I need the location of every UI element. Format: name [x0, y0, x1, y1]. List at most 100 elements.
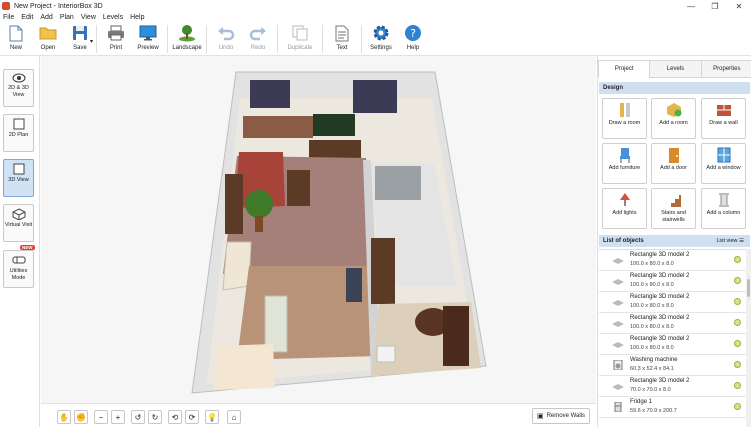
visibility-eye-icon[interactable]: [734, 298, 741, 305]
draw-wall-button[interactable]: Draw a wall: [701, 98, 746, 139]
menu-view[interactable]: View: [81, 14, 96, 21]
tab-project[interactable]: Project: [598, 60, 651, 78]
close-button[interactable]: ✕: [727, 0, 751, 12]
tv-cabinet: [309, 140, 361, 158]
tree-icon: [177, 24, 197, 42]
undo-arrow-icon: [216, 24, 236, 42]
page-icon: [13, 118, 24, 130]
redo-button[interactable]: Redo: [242, 24, 274, 51]
visibility-eye-icon[interactable]: [734, 277, 741, 284]
add-lights-button[interactable]: Add lights: [602, 188, 647, 229]
list-item[interactable]: Fridge 1 59.6 x 70.9 x 200.7: [599, 397, 749, 418]
zoom-out-icon[interactable]: −: [94, 410, 108, 424]
add-room-button[interactable]: Add a room: [651, 98, 696, 139]
list-item[interactable]: Rectangle 3D model 2 100.0 x 80.0 x 8.0: [599, 271, 749, 292]
home-icon[interactable]: ⌂: [227, 410, 241, 424]
plan-2d-button[interactable]: 2D Plan: [3, 114, 34, 152]
help-button[interactable]: ? Help: [397, 24, 429, 51]
duplicate-pages-icon: [290, 24, 310, 42]
add-door-button[interactable]: Add a door: [651, 143, 696, 184]
menu-help[interactable]: Help: [130, 14, 144, 21]
visibility-eye-icon[interactable]: [734, 361, 741, 368]
rotate-right-icon[interactable]: ↻: [148, 410, 162, 424]
settings-button[interactable]: Settings: [365, 24, 397, 51]
toolbar-divider: [96, 25, 98, 53]
pan-hand-icon[interactable]: ✋: [57, 410, 71, 424]
toolbar-divider: [206, 25, 208, 53]
visibility-eye-icon[interactable]: [734, 319, 741, 326]
slab-icon: [612, 384, 624, 390]
list-item[interactable]: Rectangle 3D model 2 100.0 x 80.0 x 8.0: [599, 334, 749, 355]
help-question-icon: ?: [403, 24, 423, 42]
stairs-button[interactable]: Stairs and stairwells: [651, 188, 696, 229]
undo-button[interactable]: Undo: [210, 24, 242, 51]
list-item[interactable]: Rectangle 3D model 2 100.0 x 80.0 x 8.0: [599, 313, 749, 334]
visibility-eye-icon[interactable]: [734, 382, 741, 389]
list-view-toggle[interactable]: List view ☰: [716, 238, 744, 244]
landscape-button[interactable]: Landscape: [171, 24, 203, 51]
list-item[interactable]: Rectangle 3D model 2 100.0 x 80.0 x 8.0: [599, 250, 749, 271]
print-button[interactable]: Print: [100, 24, 132, 51]
add-column-button[interactable]: Add a column: [701, 188, 746, 229]
svg-text:?: ?: [410, 27, 416, 40]
rotate-left-icon[interactable]: ↺: [131, 410, 145, 424]
tab-levels[interactable]: Levels: [649, 60, 702, 78]
list-item[interactable]: Rectangle 3D model 2 100.0 x 80.0 x 8.0: [599, 292, 749, 313]
visibility-eye-icon[interactable]: [734, 256, 741, 263]
menu-plan[interactable]: Plan: [60, 14, 74, 21]
view-3d-button[interactable]: 3D View: [3, 159, 34, 197]
view-mode-sidebar: 2D & 3D View 2D Plan 3D View Virtual Vis…: [0, 56, 40, 427]
draw-room-button[interactable]: Draw a room: [602, 98, 647, 139]
add-window-button[interactable]: Add a window: [701, 143, 746, 184]
slab-icon: [612, 300, 624, 306]
menu-edit[interactable]: Edit: [21, 14, 33, 21]
chair-icon: [619, 148, 630, 163]
menu-file[interactable]: File: [3, 14, 14, 21]
brick-wall: [243, 116, 313, 138]
list-item[interactable]: Washing machine 60.3 x 52.4 x 84.1: [599, 355, 749, 376]
3d-viewport[interactable]: [41, 56, 596, 403]
grab-hand-icon[interactable]: ✊: [74, 410, 88, 424]
list-item[interactable]: Rectangle 3D model 2 70.0 x 70.0 x 8.0: [599, 376, 749, 397]
floppy-disk-icon: [70, 24, 90, 42]
fridge-icon: [614, 402, 622, 412]
visibility-eye-icon[interactable]: [734, 340, 741, 347]
maximize-button[interactable]: ❐: [703, 0, 727, 12]
viewport-toolbar: ✋ ✊ − + ↺ ↻ ⟲ ⟳ 💡 ⌂ ▣ Remove Walls: [41, 403, 596, 427]
menu-levels[interactable]: Levels: [103, 14, 123, 21]
preview-button[interactable]: Preview: [132, 24, 164, 51]
objects-list[interactable]: Rectangle 3D model 2 100.0 x 80.0 x 8.0 …: [599, 249, 749, 427]
toolbar-divider: [361, 25, 363, 53]
room-cube-icon: [666, 103, 681, 117]
tilt-up-icon[interactable]: ⟲: [168, 410, 182, 424]
gear-icon: [371, 24, 391, 42]
bed: [443, 306, 469, 366]
virtual-visit-button[interactable]: Virtual Visit: [3, 204, 34, 242]
zoom-in-icon[interactable]: +: [111, 410, 125, 424]
visibility-eye-icon[interactable]: [734, 403, 741, 410]
remove-walls-button[interactable]: ▣ Remove Walls: [532, 408, 590, 424]
new-button[interactable]: New: [0, 24, 32, 51]
text-button[interactable]: Text: [326, 24, 358, 51]
utilities-mode-button[interactable]: NEW Utilities Mode: [3, 245, 35, 288]
scrollbar-thumb[interactable]: [747, 279, 750, 297]
entry-floor: [213, 344, 275, 390]
save-dropdown-chevron-icon[interactable]: ▾: [90, 38, 93, 45]
light-bulb-icon[interactable]: 💡: [205, 410, 219, 424]
tab-properties[interactable]: Properties: [700, 60, 751, 78]
open-button[interactable]: Open: [32, 24, 64, 51]
washing-machine-icon: [613, 360, 623, 370]
slab-icon: [612, 279, 624, 285]
view-2d-3d-button[interactable]: 2D & 3D View: [3, 69, 34, 107]
slab-icon: [612, 342, 624, 348]
window-icon: [717, 147, 730, 163]
tilt-down-icon[interactable]: ⟳: [185, 410, 199, 424]
brick-wall-icon: [716, 105, 731, 116]
menu-add[interactable]: Add: [40, 14, 52, 21]
hall-cabinet: [346, 268, 362, 302]
add-furniture-button[interactable]: Add furniture: [602, 143, 647, 184]
floor-plan-3d-render[interactable]: [41, 56, 596, 403]
duplicate-button[interactable]: Duplicate: [281, 24, 319, 51]
objects-list-scrollbar[interactable]: [746, 249, 751, 427]
minimize-button[interactable]: —: [679, 0, 703, 12]
